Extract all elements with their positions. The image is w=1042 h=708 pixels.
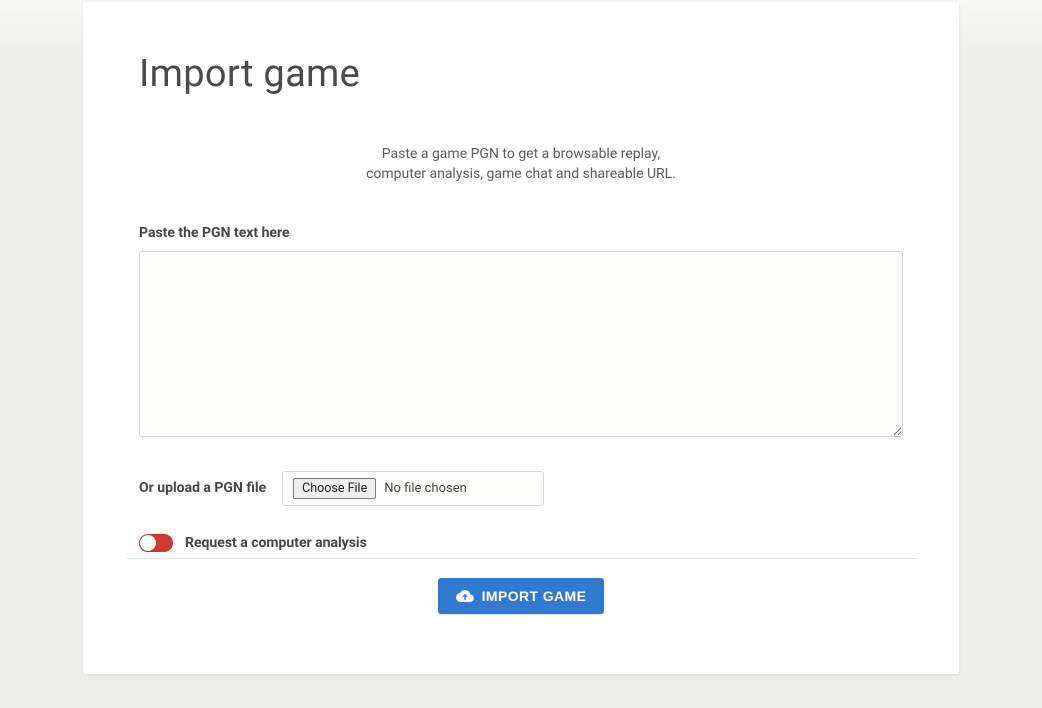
choose-file-button[interactable]: Choose File xyxy=(293,478,376,499)
upload-label: Or upload a PGN file xyxy=(139,480,266,496)
page-subtitle: Paste a game PGN to get a browsable repl… xyxy=(139,144,903,185)
file-status-text: No file chosen xyxy=(384,481,467,496)
analysis-toggle[interactable] xyxy=(139,534,173,552)
submit-wrap: IMPORT GAME xyxy=(83,578,959,614)
cloud-upload-icon xyxy=(456,589,474,603)
divider xyxy=(126,558,916,559)
subtitle-line1: Paste a game PGN to get a browsable repl… xyxy=(139,144,903,164)
import-game-card: Import game Paste a game PGN to get a br… xyxy=(83,2,959,674)
analysis-toggle-row: Request a computer analysis xyxy=(139,534,903,578)
analysis-toggle-label: Request a computer analysis xyxy=(185,535,367,551)
toggle-knob xyxy=(140,535,156,551)
file-input-box[interactable]: Choose File No file chosen xyxy=(282,471,544,506)
subtitle-line2: computer analysis, game chat and shareab… xyxy=(139,164,903,184)
page-title: Import game xyxy=(139,52,903,96)
upload-row: Or upload a PGN file Choose File No file… xyxy=(139,471,903,506)
pgn-textarea[interactable] xyxy=(139,251,903,437)
import-game-button[interactable]: IMPORT GAME xyxy=(438,578,605,614)
pgn-textarea-label: Paste the PGN text here xyxy=(139,225,903,241)
import-game-button-label: IMPORT GAME xyxy=(482,588,587,604)
